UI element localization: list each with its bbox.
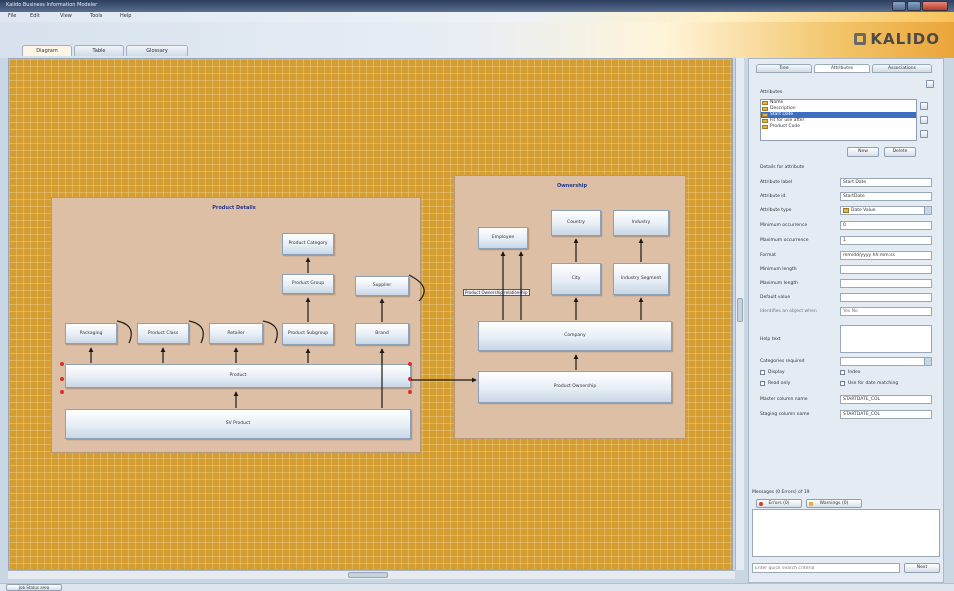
date-matching-checkbox[interactable] — [840, 381, 845, 386]
staging-column-label: Staging column name — [760, 412, 810, 417]
logo-mark-icon — [854, 33, 867, 45]
error-icon — [759, 502, 763, 506]
index-label: Index — [848, 370, 861, 375]
title-bar: Kalido Business Information Modeler — [0, 0, 954, 12]
date-matching-label: Use for date matching — [848, 381, 899, 386]
logo-text: KALIDO — [870, 30, 940, 48]
minimize-button[interactable] — [892, 1, 906, 11]
quick-search-input[interactable] — [752, 563, 900, 573]
minimum-length-input[interactable] — [840, 265, 932, 274]
chevron-down-icon[interactable] — [924, 358, 931, 365]
attribute-icon — [762, 101, 768, 105]
field-label-attribute-id: Attribute id — [760, 194, 786, 199]
attribute-label-input[interactable]: Start Date — [840, 178, 932, 187]
list-options-icon[interactable] — [920, 130, 928, 138]
field-label-default-value: Default value — [760, 295, 791, 300]
read-only-label: Read only — [768, 381, 791, 386]
status-bar: Job Status area — [0, 583, 954, 591]
warning-icon — [809, 502, 813, 506]
field-label-attribute-type: Attribute type — [760, 208, 792, 213]
display-checkbox[interactable] — [760, 370, 765, 375]
master-column-input[interactable]: STARTDATE_COL — [840, 395, 932, 404]
menu-view[interactable]: View — [60, 13, 72, 19]
display-label: Display — [768, 370, 785, 375]
details-header: Details for attribute — [760, 165, 805, 170]
menu-edit[interactable]: Edit — [30, 13, 40, 19]
vertical-scroll-thumb[interactable] — [737, 298, 743, 322]
messages-header: Messages (0 Errors) of 19 — [752, 490, 810, 495]
calendar-icon — [843, 208, 849, 213]
canvas-horizontal-scrollbar[interactable] — [8, 570, 735, 579]
attribute-list[interactable]: Name Description Start Date Fit for use … — [760, 99, 917, 141]
attribute-list-item[interactable]: Product Code — [761, 124, 916, 130]
tab-diagram[interactable]: Diagram — [22, 45, 72, 56]
attribute-type-select[interactable]: Date Value — [840, 206, 932, 215]
attribute-id-input[interactable]: StartDate — [840, 192, 932, 201]
job-status-tab[interactable]: Job Status area — [6, 584, 62, 591]
new-attribute-button[interactable]: New — [847, 147, 879, 157]
horizontal-scroll-thumb[interactable] — [348, 572, 388, 578]
attribute-icon — [762, 113, 768, 117]
field-label-minimum-occurrence: Minimum occurrence — [760, 223, 808, 228]
field-label-maximum-occurrence: Maximum occurrence — [760, 238, 809, 243]
tab-table[interactable]: Table — [74, 45, 124, 56]
help-text-label: Help text — [760, 337, 781, 342]
index-checkbox[interactable] — [840, 370, 845, 375]
kalido-logo: KALIDO — [853, 28, 940, 50]
minimum-occurrence-input[interactable]: 0 — [840, 221, 932, 230]
menu-tools[interactable]: Tools — [90, 13, 102, 19]
panel-tab-associations[interactable]: Associations — [872, 64, 932, 73]
staging-column-input[interactable]: STARTDATE_COL — [840, 410, 932, 419]
canvas-vertical-scrollbar[interactable] — [735, 58, 744, 570]
close-button[interactable] — [922, 1, 948, 11]
master-column-label: Master column name — [760, 397, 808, 402]
diagram-connectors — [88, 238, 644, 408]
panel-tab-attributes[interactable]: Attributes — [814, 64, 870, 73]
default-value-input[interactable] — [840, 293, 932, 302]
attribute-type-value: Date Value — [851, 208, 876, 213]
panel-tab-tree[interactable]: Tree — [756, 64, 812, 73]
menu-bar: File Edit View Tools Help — [0, 12, 954, 22]
window-title: Kalido Business Information Modeler — [6, 2, 98, 8]
format-input[interactable]: mm/dd/yyyy hh:mm:ss — [840, 251, 932, 260]
categories-required-label: Categories required — [760, 359, 805, 364]
identifies-label: Identifies an object when — [760, 309, 817, 314]
attribute-icon — [762, 119, 768, 123]
chevron-down-icon[interactable] — [924, 207, 931, 214]
identifies-yes-no-radio[interactable]: Yes No — [840, 307, 932, 316]
field-label-maximum-length: Maximum length — [760, 281, 798, 286]
panel-add-icon[interactable] — [926, 80, 934, 88]
menu-file[interactable]: File — [8, 13, 16, 19]
field-label-minimum-length: Minimum length — [760, 267, 797, 272]
maximize-button[interactable] — [907, 1, 921, 11]
attribute-icon — [762, 107, 768, 111]
messages-list[interactable] — [752, 509, 940, 557]
menu-help[interactable]: Help — [120, 13, 131, 19]
categories-required-select[interactable] — [840, 357, 932, 366]
field-label-format: Format — [760, 253, 776, 258]
attribute-icon — [762, 125, 768, 129]
attributes-label: Attributes — [760, 90, 783, 95]
field-label-attribute-label: Attribute label — [760, 180, 793, 185]
read-only-checkbox[interactable] — [760, 381, 765, 386]
warnings-tab[interactable]: Warnings (0) — [806, 499, 862, 508]
maximum-occurrence-input[interactable]: 1 — [840, 236, 932, 245]
tab-glossary[interactable]: Glossary — [126, 45, 188, 56]
quick-search-next-button[interactable]: Next — [904, 563, 940, 573]
move-up-icon[interactable] — [920, 102, 928, 110]
delete-attribute-button[interactable]: Delete — [884, 147, 916, 157]
maximum-length-input[interactable] — [840, 279, 932, 288]
diagram-canvas[interactable]: Product Details Product Category Product… — [8, 58, 733, 570]
errors-tab[interactable]: Errors (0) — [756, 499, 802, 508]
help-text-area[interactable] — [840, 325, 932, 353]
move-down-icon[interactable] — [920, 116, 928, 124]
